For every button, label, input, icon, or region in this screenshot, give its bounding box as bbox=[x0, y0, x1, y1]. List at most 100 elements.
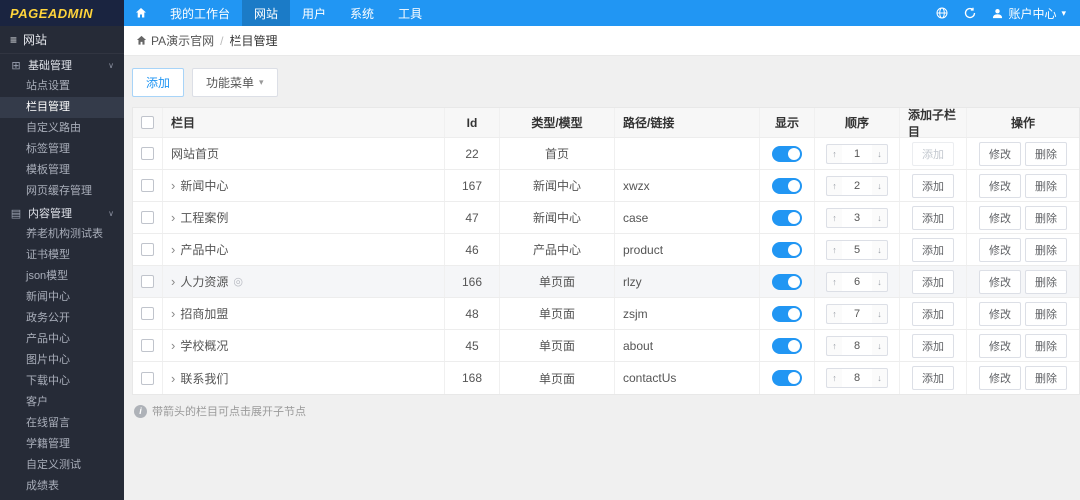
delete-button[interactable]: 删除 bbox=[1025, 141, 1067, 166]
add-child-button[interactable]: 添加 bbox=[912, 366, 954, 390]
sidebar-item[interactable]: 成绩表 bbox=[0, 476, 124, 497]
sidebar-item[interactable]: 网页缓存管理 bbox=[0, 181, 124, 202]
expand-caret-icon[interactable]: › bbox=[171, 211, 175, 224]
order-value[interactable]: 1 bbox=[842, 143, 872, 164]
function-menu-button[interactable]: 功能菜单 ▾ bbox=[192, 68, 278, 97]
edit-button[interactable]: 修改 bbox=[979, 237, 1021, 262]
add-child-button[interactable]: 添加 bbox=[912, 237, 954, 262]
show-toggle[interactable] bbox=[772, 273, 802, 290]
refresh-icon[interactable] bbox=[964, 7, 976, 19]
order-down-button[interactable]: ↓ bbox=[872, 239, 888, 260]
sidebar-item[interactable]: 下载中心 bbox=[0, 371, 124, 392]
delete-button[interactable]: 删除 bbox=[1025, 237, 1067, 262]
sidebar-item[interactable]: 自定义路由 bbox=[0, 118, 124, 139]
top-nav-item[interactable]: 用户 bbox=[290, 0, 338, 26]
sidebar-item[interactable]: 新闻中心 bbox=[0, 287, 124, 308]
show-toggle[interactable] bbox=[772, 209, 802, 226]
column-name-cell[interactable]: 产品中心 bbox=[180, 241, 228, 258]
edit-button[interactable]: 修改 bbox=[979, 269, 1021, 294]
order-value[interactable]: 8 bbox=[842, 335, 872, 356]
order-down-button[interactable]: ↓ bbox=[872, 335, 888, 356]
delete-button[interactable]: 删除 bbox=[1025, 205, 1067, 230]
top-nav-item[interactable]: 我的工作台 bbox=[158, 0, 242, 26]
order-down-button[interactable]: ↓ bbox=[872, 175, 888, 196]
order-up-button[interactable]: ↑ bbox=[826, 239, 842, 260]
expand-caret-icon[interactable]: › bbox=[171, 243, 175, 256]
delete-button[interactable]: 删除 bbox=[1025, 301, 1067, 326]
expand-caret-icon[interactable]: › bbox=[171, 179, 175, 192]
sidebar-item[interactable]: 模板管理 bbox=[0, 160, 124, 181]
language-globe-icon[interactable] bbox=[936, 7, 948, 19]
sidebar-item[interactable]: 栏目管理 bbox=[0, 97, 124, 118]
order-up-button[interactable]: ↑ bbox=[826, 175, 842, 196]
edit-button[interactable]: 修改 bbox=[979, 366, 1021, 390]
add-button[interactable]: 添加 bbox=[132, 68, 185, 97]
sidebar-item[interactable]: 图片中心 bbox=[0, 350, 124, 371]
top-nav-item[interactable]: 工具 bbox=[386, 0, 434, 26]
row-checkbox[interactable] bbox=[141, 307, 154, 320]
order-up-button[interactable]: ↑ bbox=[826, 143, 842, 164]
add-child-button[interactable]: 添加 bbox=[912, 269, 954, 294]
edit-button[interactable]: 修改 bbox=[979, 141, 1021, 166]
order-up-button[interactable]: ↑ bbox=[826, 271, 842, 292]
expand-caret-icon[interactable]: › bbox=[171, 275, 175, 288]
sidebar-item[interactable]: 标签管理 bbox=[0, 139, 124, 160]
sidebar-item[interactable]: 证书模型 bbox=[0, 245, 124, 266]
sidebar-item[interactable]: 站点设置 bbox=[0, 76, 124, 97]
edit-button[interactable]: 修改 bbox=[979, 205, 1021, 230]
expand-caret-icon[interactable]: › bbox=[171, 307, 175, 320]
row-checkbox[interactable] bbox=[141, 371, 154, 385]
order-up-button[interactable]: ↑ bbox=[826, 368, 842, 388]
sidebar-group-header[interactable]: ⊞ 基础管理 ∨ bbox=[0, 54, 124, 76]
row-checkbox[interactable] bbox=[141, 147, 154, 160]
sidebar-group-header[interactable]: ▤ 内容管理 ∨ bbox=[0, 202, 124, 224]
order-down-button[interactable]: ↓ bbox=[872, 143, 888, 164]
row-checkbox[interactable] bbox=[141, 339, 154, 352]
add-child-button[interactable]: 添加 bbox=[912, 205, 954, 230]
home-nav-button[interactable] bbox=[124, 0, 158, 26]
expand-caret-icon[interactable]: › bbox=[171, 339, 175, 352]
order-value[interactable]: 2 bbox=[842, 175, 872, 196]
sidebar-item[interactable]: 在线留言 bbox=[0, 413, 124, 434]
show-toggle[interactable] bbox=[772, 370, 802, 386]
order-value[interactable]: 3 bbox=[842, 207, 872, 228]
expand-caret-icon[interactable]: › bbox=[171, 372, 175, 385]
add-child-button[interactable]: 添加 bbox=[912, 173, 954, 198]
column-name-cell[interactable]: 招商加盟 bbox=[180, 305, 228, 322]
column-name-cell[interactable]: 工程案例 bbox=[180, 209, 228, 226]
sidebar-item[interactable]: 养老机构测试表 bbox=[0, 224, 124, 245]
order-up-button[interactable]: ↑ bbox=[826, 335, 842, 356]
sidebar-item[interactable]: 学籍管理 bbox=[0, 434, 124, 455]
edit-button[interactable]: 修改 bbox=[979, 173, 1021, 198]
order-value[interactable]: 7 bbox=[842, 303, 872, 324]
order-value[interactable]: 6 bbox=[842, 271, 872, 292]
show-toggle[interactable] bbox=[772, 241, 802, 258]
row-checkbox[interactable] bbox=[141, 211, 154, 224]
delete-button[interactable]: 删除 bbox=[1025, 366, 1067, 390]
row-checkbox[interactable] bbox=[141, 243, 154, 256]
row-checkbox[interactable] bbox=[141, 275, 154, 288]
order-up-button[interactable]: ↑ bbox=[826, 303, 842, 324]
order-value[interactable]: 8 bbox=[842, 368, 872, 388]
account-menu[interactable]: 账户中心 ▾ bbox=[992, 5, 1066, 22]
add-child-button[interactable]: 添加 bbox=[912, 333, 954, 358]
column-name-cell[interactable]: 联系我们 bbox=[180, 370, 228, 387]
order-value[interactable]: 5 bbox=[842, 239, 872, 260]
column-name-cell[interactable]: 网站首页 bbox=[171, 145, 219, 162]
select-all-checkbox[interactable] bbox=[141, 116, 154, 129]
order-down-button[interactable]: ↓ bbox=[872, 271, 888, 292]
sidebar-item[interactable]: 自定义测试 bbox=[0, 455, 124, 476]
delete-button[interactable]: 删除 bbox=[1025, 173, 1067, 198]
order-down-button[interactable]: ↓ bbox=[872, 368, 888, 388]
show-toggle[interactable] bbox=[772, 337, 802, 354]
order-down-button[interactable]: ↓ bbox=[872, 303, 888, 324]
column-name-cell[interactable]: 人力资源 bbox=[180, 273, 228, 290]
add-child-button[interactable]: 添加 bbox=[912, 301, 954, 326]
order-down-button[interactable]: ↓ bbox=[872, 207, 888, 228]
breadcrumb-site[interactable]: PA演示官网 bbox=[151, 32, 214, 49]
top-nav-item[interactable]: 系统 bbox=[338, 0, 386, 26]
delete-button[interactable]: 删除 bbox=[1025, 269, 1067, 294]
column-name-cell[interactable]: 学校概况 bbox=[180, 337, 228, 354]
edit-button[interactable]: 修改 bbox=[979, 301, 1021, 326]
add-child-button[interactable]: 添加 bbox=[912, 141, 954, 166]
